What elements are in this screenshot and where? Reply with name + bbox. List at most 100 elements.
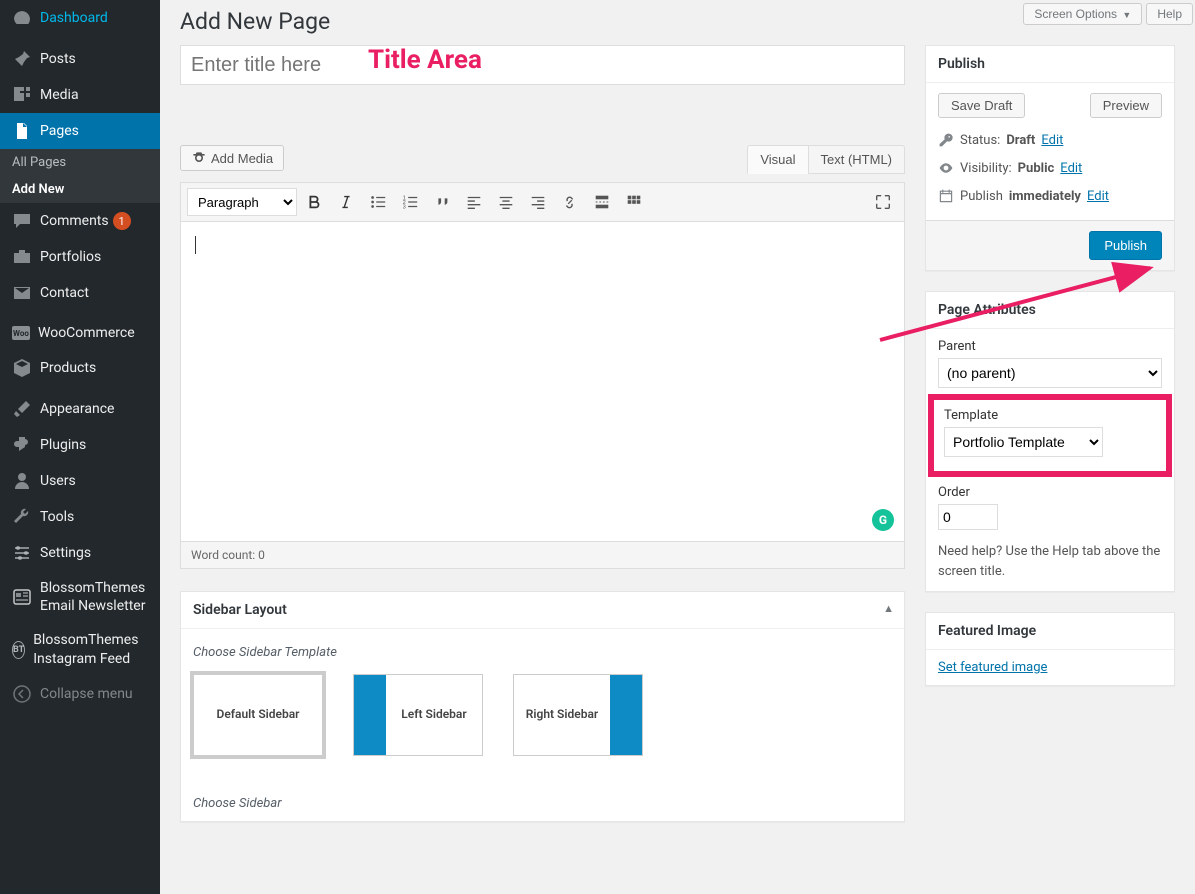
page-title-input[interactable] [180,45,905,85]
label: Portfolios [40,249,101,265]
featured-image-heading: Featured Image [926,613,1174,650]
layout-default[interactable]: Default Sidebar [193,674,323,756]
bold-button[interactable] [299,187,329,217]
sidebar-layout-box: Sidebar Layout▲ Choose Sidebar Template … [180,591,905,822]
brush-icon [12,399,32,419]
fullscreen-button[interactable] [868,187,898,217]
woo-icon: Woo [12,326,30,340]
publish-button[interactable]: Publish [1089,231,1162,260]
attributes-help: Need help? Use the Help tab above the sc… [938,542,1162,581]
page-attributes-box: Page Attributes Parent (no parent) Templ… [925,291,1175,592]
menu-portfolios[interactable]: Portfolios [0,239,160,275]
align-right-button[interactable] [523,187,553,217]
menu-tools[interactable]: Tools [0,499,160,535]
pin-icon [12,49,32,69]
label: BlossomThemes Instagram Feed [33,631,152,667]
order-label: Order [938,485,1162,500]
text-tab[interactable]: Text (HTML) [808,145,906,174]
media-icon [12,85,32,105]
pages-submenu: All Pages Add New [0,149,160,203]
layout-left[interactable]: Left Sidebar [353,674,483,756]
toolbar-toggle-button[interactable] [619,187,649,217]
format-select[interactable]: Paragraph [187,188,297,216]
label: Tools [40,509,74,525]
blockquote-button[interactable] [427,187,457,217]
screen-controls: Screen Options ▼ Help [1023,0,1193,28]
submenu-all-pages[interactable]: All Pages [0,149,160,176]
label: Settings [40,545,91,561]
italic-button[interactable] [331,187,361,217]
template-select[interactable]: Portfolio Template [944,427,1103,457]
menu-bt-newsletter[interactable]: BlossomThemes Email Newsletter [0,571,160,623]
label: Pages [40,123,79,139]
menu-collapse[interactable]: Collapse menu [0,676,160,712]
menu-bt-instagram[interactable]: BT BlossomThemes Instagram Feed [0,623,160,675]
screen-options-button[interactable]: Screen Options ▼ [1023,3,1142,25]
edit-visibility-link[interactable]: Edit [1060,161,1082,176]
menu-media[interactable]: Media [0,77,160,113]
label: Collapse menu [40,686,133,702]
menu-contact[interactable]: Contact [0,275,160,311]
label: Comments [40,213,109,229]
menu-products[interactable]: Products [0,350,160,386]
grammarly-icon[interactable]: G [872,509,894,531]
menu-appearance[interactable]: Appearance [0,391,160,427]
choose-sidebar-label: Choose Sidebar [193,796,892,811]
menu-users[interactable]: Users [0,463,160,499]
portfolio-icon [12,247,32,267]
label: Products [40,360,96,376]
label: Contact [40,285,89,301]
menu-posts[interactable]: Posts [0,41,160,77]
editor-toolbar: Paragraph 123 [181,183,904,221]
save-draft-button[interactable]: Save Draft [938,93,1025,118]
menu-dashboard[interactable]: Dashboard [0,0,160,36]
cube-icon [12,358,32,378]
editor-content[interactable]: G [180,222,905,542]
numbered-list-button[interactable]: 123 [395,187,425,217]
preview-button[interactable]: Preview [1090,93,1162,118]
chevron-down-icon: ▼ [1122,10,1131,20]
user-icon [12,471,32,491]
visual-tab[interactable]: Visual [747,145,807,174]
order-input[interactable] [938,504,998,530]
admin-sidebar: Dashboard Posts Media Pages All Pages Ad… [0,0,160,894]
label: BlossomThemes Email Newsletter [40,579,152,615]
choose-template-label: Choose Sidebar Template [193,645,892,660]
sidebar-layout-heading: Sidebar Layout▲ [181,592,904,629]
menu-plugins[interactable]: Plugins [0,427,160,463]
link-button[interactable] [555,187,585,217]
key-icon [938,132,954,148]
featured-image-box: Featured Image Set featured image [925,612,1175,686]
bulleted-list-button[interactable] [363,187,393,217]
submenu-add-new[interactable]: Add New [0,176,160,203]
menu-woocommerce[interactable]: Woo WooCommerce [0,316,160,350]
edit-schedule-link[interactable]: Edit [1087,189,1109,204]
camera-icon [191,150,207,166]
label: WooCommerce [38,325,135,341]
dashboard-icon [12,8,32,28]
align-left-button[interactable] [459,187,489,217]
help-button[interactable]: Help [1146,3,1193,25]
layout-right[interactable]: Right Sidebar [513,674,643,756]
publish-box: Publish Save Draft Preview Status: Draft… [925,45,1175,271]
read-more-button[interactable] [587,187,617,217]
edit-status-link[interactable]: Edit [1041,133,1063,148]
newsletter-icon [12,587,32,607]
menu-settings[interactable]: Settings [0,535,160,571]
label: Users [40,473,76,489]
comments-badge: 1 [113,212,131,230]
menu-pages[interactable]: Pages [0,113,160,149]
set-featured-image-link[interactable]: Set featured image [938,660,1047,675]
bt-badge-icon: BT [12,641,25,659]
page-attributes-heading: Page Attributes [926,292,1174,329]
label: Dashboard [40,10,108,26]
collapse-icon [12,684,32,704]
toggle-icon[interactable]: ▲ [883,602,894,615]
calendar-icon [938,188,954,204]
parent-select[interactable]: (no parent) [938,358,1162,388]
align-center-button[interactable] [491,187,521,217]
eye-icon [938,160,954,176]
add-media-button[interactable]: Add Media [180,145,284,171]
menu-comments[interactable]: Comments1 [0,203,160,239]
svg-text:3: 3 [403,204,406,210]
